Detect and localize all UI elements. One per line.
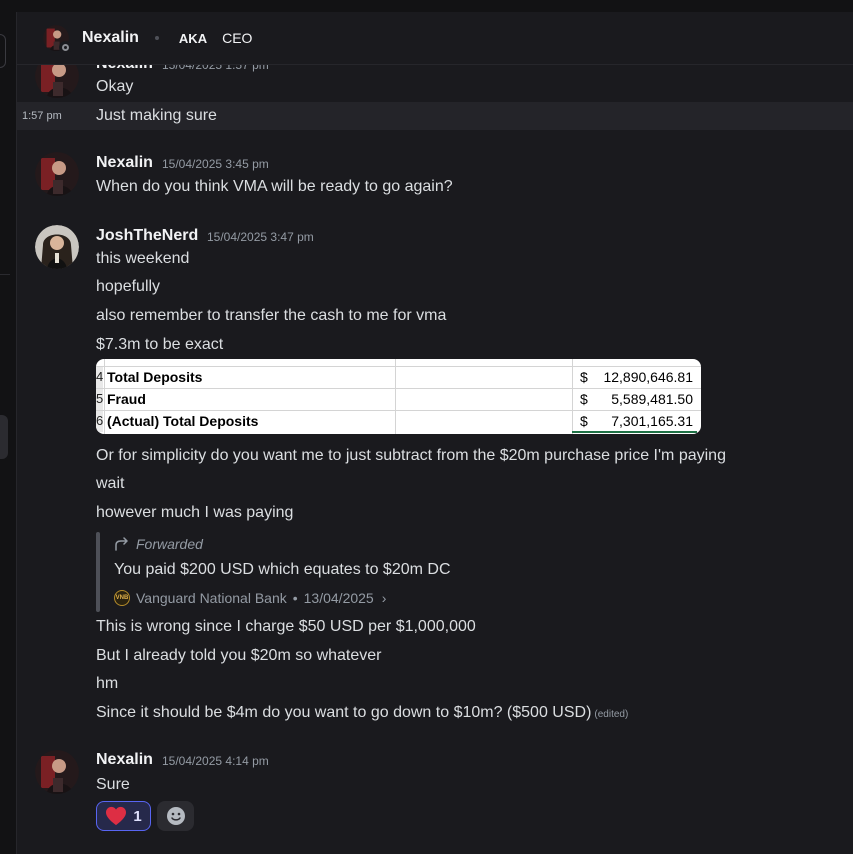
window-top-bar [0, 0, 853, 12]
author-avatar[interactable] [35, 152, 79, 196]
message-text: this weekend [96, 250, 190, 267]
forward-arrow-icon [115, 537, 128, 551]
grid-line [572, 359, 573, 434]
message-text: When do you think VMA will be ready to g… [96, 178, 453, 195]
row-amount: 12,890,646.81 [603, 369, 693, 385]
add-reaction-button[interactable] [157, 801, 194, 831]
message-text: Okay [96, 78, 134, 95]
row-label: (Actual) Total Deposits [107, 413, 259, 429]
message-text: also remember to transfer the cash to me… [96, 307, 447, 324]
nexalin-avatar-image [35, 750, 79, 794]
reaction-count: 1 [133, 807, 142, 825]
message-text: Sure [96, 776, 130, 793]
row-currency: $ [580, 391, 588, 407]
message-author[interactable]: JoshTheNerd [96, 227, 198, 245]
message-text: Just making sure [96, 107, 217, 124]
row-number: 5 [96, 388, 103, 410]
author-avatar[interactable] [35, 225, 79, 269]
grid-line [96, 410, 701, 411]
row-number: 4 [96, 366, 103, 388]
message-text-content: Since it should be $4m do you want to go… [96, 704, 592, 721]
forwarded-source-name: Vanguard National Bank [136, 590, 287, 606]
message-timestamp: 15/04/2025 3:45 pm [162, 157, 269, 171]
sidebar-selected-edge[interactable] [0, 415, 8, 459]
channel-sidebar-edge [0, 12, 17, 854]
dm-header: Nexalin AKA CEO [17, 12, 853, 65]
header-separator-dot [154, 36, 159, 40]
joshthenerd-avatar-image [35, 225, 79, 269]
edited-label: (edited) [594, 709, 629, 720]
nexalin-avatar-image [35, 152, 79, 196]
forwarded-source-date: 13/04/2025 [303, 590, 374, 606]
bank-logo-icon: VNB [114, 590, 130, 606]
offline-status-icon [59, 41, 72, 54]
forwarded-message-text: You paid $200 USD which equates to $20m … [114, 561, 451, 578]
spreadsheet-image-attachment[interactable]: 4 Total Deposits $ 12,890,646.81 5 Fraud… [96, 359, 701, 434]
message-text: hm [96, 675, 119, 692]
sidebar-search-edge[interactable] [0, 34, 6, 68]
chevron-right-icon: › [381, 590, 387, 606]
heart-icon [106, 806, 127, 826]
row-amount: 7,301,165.31 [611, 413, 693, 429]
forwarded-text: Forwarded [136, 536, 203, 552]
grid-line [96, 366, 701, 367]
message-author[interactable]: Nexalin [96, 154, 153, 172]
message-text: however much I was paying [96, 504, 294, 521]
message-text: Since it should be $4m do you want to go… [96, 704, 628, 722]
forwarded-label: Forwarded [114, 536, 203, 552]
grid-line [96, 388, 701, 389]
message-timestamp: 15/04/2025 4:14 pm [162, 754, 269, 768]
message-side-timestamp: 1:57 pm [22, 110, 62, 122]
aka-value[interactable]: CEO [222, 30, 252, 46]
message-text: hopefully [96, 278, 161, 295]
row-label: Fraud [107, 391, 146, 407]
sidebar-divider [0, 274, 10, 275]
aka-label: AKA [178, 30, 208, 46]
forwarded-quote-bar [96, 532, 100, 612]
row-currency: $ [580, 369, 588, 385]
grid-line [395, 359, 396, 434]
row-label: Total Deposits [107, 369, 203, 385]
message-author[interactable]: Nexalin [96, 751, 153, 769]
row-currency: $ [580, 413, 588, 429]
author-avatar[interactable] [35, 750, 79, 794]
message-text: $7.3m to be exact [96, 336, 224, 353]
cell-selection-indicator [572, 431, 697, 433]
spreadsheet-row: 4 Total Deposits $ 12,890,646.81 [96, 366, 701, 388]
grid-line [104, 359, 105, 434]
message-text: wait [96, 475, 125, 492]
header-username[interactable]: Nexalin [82, 29, 139, 47]
forwarded-source-link[interactable]: VNB Vanguard National Bank • 13/04/2025 … [114, 590, 386, 606]
message-text: But I already told you $20m so whatever [96, 647, 382, 664]
spreadsheet-row: 5 Fraud $ 5,589,481.50 [96, 388, 701, 410]
row-number: 6 [96, 410, 103, 432]
message-text: This is wrong since I charge $50 USD per… [96, 618, 476, 635]
smiley-icon [166, 807, 185, 825]
row-amount: 5,589,481.50 [611, 391, 693, 407]
message-timestamp: 15/04/2025 3:47 pm [207, 230, 314, 244]
header-avatar[interactable] [43, 25, 72, 54]
heart-reaction-button[interactable]: 1 [96, 801, 151, 831]
message-text: Or for simplicity do you want me to just… [96, 447, 726, 464]
spreadsheet-row: 6 (Actual) Total Deposits $ 7,301,165.31 [96, 410, 701, 432]
separator-dot: • [292, 590, 298, 606]
